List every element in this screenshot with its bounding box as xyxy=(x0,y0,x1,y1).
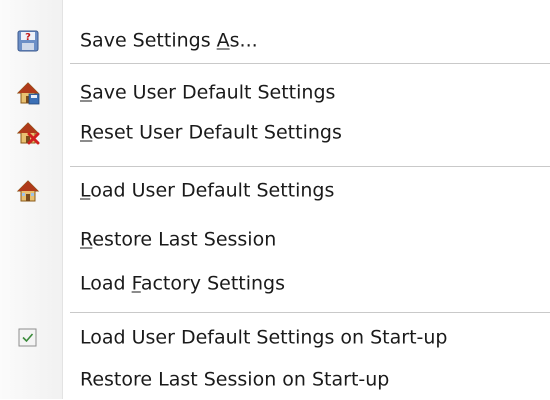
menu-item-save-user-default-settings[interactable]: Save User Default Settings xyxy=(0,73,550,113)
checkbox-icon xyxy=(16,326,40,350)
save-as-question-icon: ? xyxy=(16,29,40,53)
menu-item-label: Load User Default Settings on Start-up xyxy=(80,326,448,349)
menu-item-load-user-default-on-startup[interactable]: Load User Default Settings on Start-up xyxy=(0,318,550,358)
settings-context-menu: ? Save Settings As... Save User Default … xyxy=(0,0,550,399)
menu-item-load-factory-settings[interactable]: Load Factory Settings xyxy=(0,264,550,304)
svg-text:?: ? xyxy=(25,32,31,43)
house-reset-icon xyxy=(16,121,40,145)
menu-item-restore-last-session[interactable]: Restore Last Session xyxy=(0,220,550,260)
menu-item-restore-last-session-on-startup[interactable]: Restore Last Session on Start-up xyxy=(0,360,550,400)
menu-separator xyxy=(70,166,550,168)
menu-item-label: Restore Last Session on Start-up xyxy=(80,368,390,391)
menu-item-label: Load Factory Settings xyxy=(80,272,286,295)
menu-item-label: Load User Default Settings xyxy=(80,179,335,202)
house-save-icon xyxy=(16,81,40,105)
house-load-icon xyxy=(16,179,40,203)
menu-item-label: Save Settings As... xyxy=(80,29,258,52)
menu-item-label: Restore Last Session xyxy=(80,228,277,251)
menu-separator xyxy=(70,63,550,65)
menu-item-reset-user-default-settings[interactable]: Reset User Default Settings xyxy=(0,113,550,153)
menu-item-label: Reset User Default Settings xyxy=(80,121,342,144)
menu-item-label: Save User Default Settings xyxy=(80,81,336,104)
menu-item-save-settings-as[interactable]: ? Save Settings As... xyxy=(0,21,550,61)
menu-separator xyxy=(70,312,550,314)
menu-item-load-user-default-settings[interactable]: Load User Default Settings xyxy=(0,171,550,211)
